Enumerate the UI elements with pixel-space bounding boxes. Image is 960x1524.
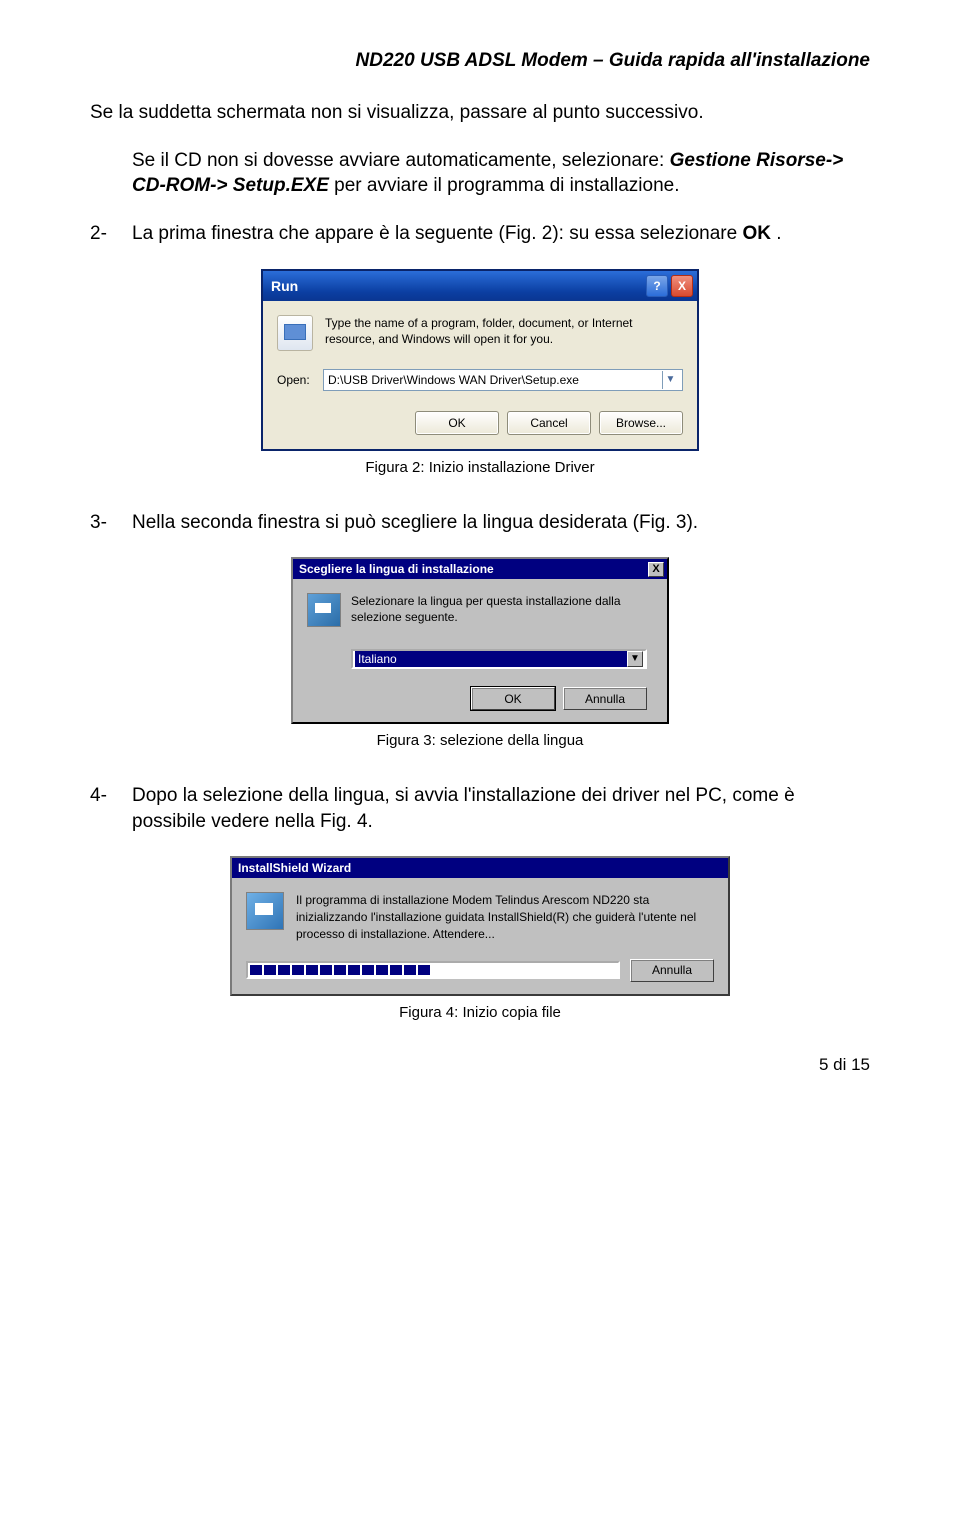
open-value: D:\USB Driver\Windows WAN Driver\Setup.e…	[328, 373, 662, 387]
installer-icon	[246, 892, 284, 930]
language-body: Selezionare la lingua per questa install…	[293, 579, 667, 722]
list-item-4-text: Dopo la selezione della lingua, si avvia…	[132, 783, 870, 834]
language-select-value: Italiano	[355, 651, 627, 667]
ok-button[interactable]: OK	[415, 411, 499, 435]
run-dialog: Run ? X Type the name of a program, fold…	[261, 269, 699, 451]
installshield-body: Il programma di installazione Modem Teli…	[232, 878, 728, 993]
language-description: Selezionare la lingua per questa install…	[351, 593, 653, 627]
run-description: Type the name of a program, folder, docu…	[325, 315, 683, 351]
cancel-button[interactable]: Cancel	[507, 411, 591, 435]
page-number: 5 di 15	[90, 1055, 870, 1075]
close-button[interactable]: X	[648, 562, 664, 577]
list-item-2-post: .	[776, 223, 781, 244]
list-item-3: 3- Nella seconda finestra si può sceglie…	[90, 510, 870, 536]
paragraph-1: Se la suddetta schermata non si visualiz…	[90, 100, 870, 126]
language-titlebar[interactable]: Scegliere la lingua di installazione X	[293, 559, 667, 579]
progress-bar	[246, 961, 620, 979]
list-item-2-pre: La prima finestra che appare è la seguen…	[132, 223, 742, 244]
installshield-title-text: InstallShield Wizard	[238, 861, 351, 875]
list-item-3-num: 3-	[90, 510, 132, 536]
help-button[interactable]: ?	[646, 275, 668, 297]
installshield-description: Il programma di installazione Modem Teli…	[296, 892, 714, 942]
browse-button[interactable]: Browse...	[599, 411, 683, 435]
open-combobox[interactable]: D:\USB Driver\Windows WAN Driver\Setup.e…	[323, 369, 683, 391]
open-label: Open:	[277, 373, 323, 387]
globe-icon	[307, 593, 341, 627]
language-title-text: Scegliere la lingua di installazione	[299, 562, 648, 576]
page-header: ND220 USB ADSL Modem – Guida rapida all'…	[90, 50, 870, 72]
close-button[interactable]: X	[671, 275, 693, 297]
figure-3: Scegliere la lingua di installazione X S…	[90, 557, 870, 724]
figure-2-caption: Figura 2: Inizio installazione Driver	[90, 459, 870, 476]
cancel-button[interactable]: Annulla	[630, 959, 714, 982]
installshield-dialog: InstallShield Wizard Il programma di ins…	[230, 856, 730, 995]
cancel-button[interactable]: Annulla	[563, 687, 647, 710]
paragraph-2: Se il CD non si dovesse avviare automati…	[132, 148, 870, 199]
list-item-2: 2- La prima finestra che appare è la seg…	[90, 221, 870, 247]
installshield-titlebar[interactable]: InstallShield Wizard	[232, 858, 728, 878]
ok-button[interactable]: OK	[471, 687, 555, 710]
page: ND220 USB ADSL Modem – Guida rapida all'…	[0, 0, 960, 1115]
chevron-down-icon[interactable]: ▼	[662, 371, 678, 389]
list-item-3-text: Nella seconda finestra si può scegliere …	[132, 510, 870, 536]
list-item-4: 4- Dopo la selezione della lingua, si av…	[90, 783, 870, 834]
run-titlebar[interactable]: Run ? X	[263, 271, 697, 301]
list-item-2-bold: OK	[742, 223, 771, 244]
figure-4: InstallShield Wizard Il programma di ins…	[90, 856, 870, 995]
run-icon	[277, 315, 313, 351]
figure-4-caption: Figura 4: Inizio copia file	[90, 1004, 870, 1021]
language-select[interactable]: Italiano ▼	[351, 649, 647, 669]
paragraph-2-pre: Se il CD non si dovesse avviare automati…	[132, 150, 670, 171]
figure-2: Run ? X Type the name of a program, fold…	[90, 269, 870, 451]
list-item-4-num: 4-	[90, 783, 132, 834]
run-title-text: Run	[271, 278, 643, 294]
figure-3-caption: Figura 3: selezione della lingua	[90, 732, 870, 749]
language-dialog: Scegliere la lingua di installazione X S…	[291, 557, 669, 724]
run-body: Type the name of a program, folder, docu…	[263, 301, 697, 449]
paragraph-2-post: per avviare il programma di installazion…	[334, 175, 679, 196]
list-item-2-num: 2-	[90, 221, 132, 247]
chevron-down-icon[interactable]: ▼	[627, 651, 643, 667]
